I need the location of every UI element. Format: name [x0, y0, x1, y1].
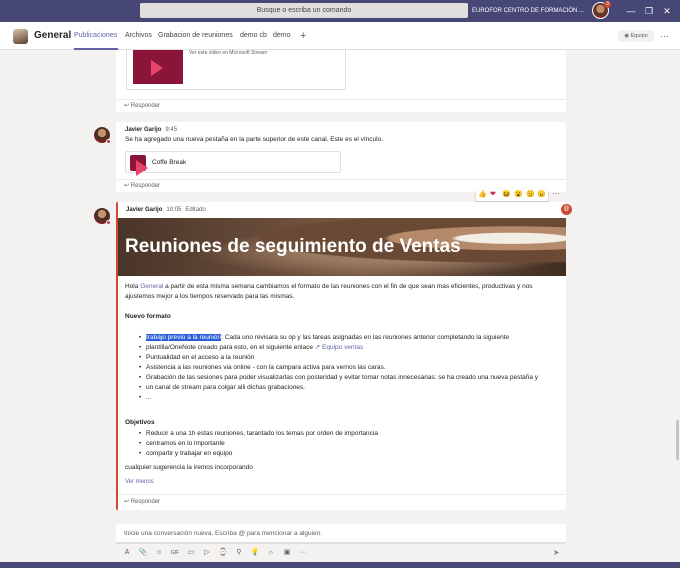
format-icon[interactable]: A	[122, 547, 132, 559]
list-item: Asistencia a las reuniones via online - …	[139, 363, 538, 373]
message-time: 9:45	[165, 127, 178, 133]
add-tab-icon[interactable]: +	[300, 22, 306, 50]
tab-demo[interactable]: demo	[273, 22, 291, 50]
list-item-continuation: plantilla/OneNote creado para esto, en e…	[139, 343, 538, 353]
more-actions-icon[interactable]: ···	[552, 189, 560, 198]
intro-paragraph: Hola General a partir de esta misma sema…	[125, 282, 533, 302]
active-tab-indicator	[74, 48, 118, 50]
reply-button[interactable]: ↩ Responder	[124, 497, 160, 507]
taskbar-strip	[0, 562, 680, 568]
more-apps-icon[interactable]: ···	[298, 547, 308, 559]
list-item: Reducir a una 1h estas reuniones, tarant…	[139, 429, 378, 439]
author-name: Javier Garijo	[125, 127, 162, 133]
message-text: Se ha agregado una nueva pestaña en la p…	[125, 136, 384, 143]
compose-box[interactable]: Inicie una conversación nueva. Escriba @…	[116, 524, 566, 544]
author-name: Javier Garijo	[126, 207, 163, 213]
list-item: trabajo previo a la reunión: Cada uno re…	[139, 333, 538, 343]
tab-publicaciones[interactable]: Publicaciones	[74, 22, 117, 50]
meet-now-icon[interactable]: ▷	[202, 547, 212, 559]
channel-header: General Publicaciones Archivos Grabacion…	[0, 22, 680, 50]
attach-icon[interactable]: 📎	[138, 547, 148, 559]
list-item: ...	[139, 393, 538, 403]
format-list: trabajo previo a la reunión: Cada uno re…	[139, 333, 538, 403]
message-time: 10:05	[166, 207, 182, 213]
edited-label: Editado	[185, 207, 206, 213]
minimize-icon[interactable]: —	[622, 0, 640, 22]
tab-grabacion-reuniones[interactable]: Grabacion de reuniones	[158, 22, 233, 50]
stream-video-thumbnail[interactable]	[133, 50, 183, 84]
reaction-bar: 👍 ❤ 😆 😮 😟 😠	[476, 189, 548, 201]
intro-text: ajustemos mejor a los tiempos reservado …	[125, 293, 295, 300]
restore-icon[interactable]: ❐	[640, 0, 658, 22]
objectives-list: Reducir a una 1h estas reuniones, tarant…	[139, 429, 378, 459]
schedule-icon[interactable]: ⌚	[218, 547, 228, 559]
equipo-ventas-link[interactable]: ↗ Equipo ventas	[315, 344, 363, 351]
list-item: compartir y trabajar en equipo	[139, 449, 378, 459]
hero-image: Reuniones de seguimiento de Ventas	[118, 218, 566, 276]
team-avatar	[13, 29, 28, 44]
list-item: centramos en lo importante	[139, 439, 378, 449]
stream-icon[interactable]: ⚲	[234, 547, 244, 559]
list-item: Puntualidad en el acceso a la reunión	[139, 353, 538, 363]
closing-text: cualquier sugerencia la iremos incorpora…	[125, 464, 253, 471]
video-caption: Ver este vídeo en Microsoft Stream	[189, 50, 268, 56]
message-card: Ver este vídeo en Microsoft Stream ↩ Res…	[116, 50, 566, 112]
compose-input[interactable]: Inicie una conversación nueva. Escriba @…	[124, 524, 322, 544]
intro-text: a partir de esta misma semana cambiamos …	[163, 283, 533, 290]
close-icon[interactable]: ✕	[658, 0, 676, 22]
channel-title: General	[34, 30, 72, 41]
more-options-icon[interactable]: ···	[660, 22, 669, 50]
heart-icon[interactable]: ❤	[490, 190, 496, 200]
laugh-icon[interactable]: 😆	[502, 190, 511, 200]
list-item: Grabación de las sesiones para poder vis…	[139, 373, 538, 383]
org-switcher[interactable]: EUROFOR CENTRO DE FORMACIÓN ...	[472, 0, 584, 22]
section-heading: Objetivos	[125, 419, 155, 426]
title-bar: Busque o escriba un comando EUROFOR CENT…	[0, 0, 680, 22]
intro-text: Hola	[125, 283, 141, 290]
reply-button[interactable]: ↩ Responder	[124, 181, 160, 191]
section-heading: Nuevo formato	[125, 313, 171, 320]
sad-icon[interactable]: 😟	[526, 190, 535, 200]
message-card: Javier Garijo 9:45 Se ha agregado una nue…	[116, 122, 566, 192]
praise-icon[interactable]: 💡	[250, 547, 260, 559]
list-text: : Cada uno revisara su op y las tareas a…	[221, 334, 510, 341]
see-less-link[interactable]: Ver menos	[125, 477, 154, 487]
attachment-title: Coffe Break	[152, 159, 187, 166]
scrollbar[interactable]	[676, 420, 679, 460]
attachment-icon	[130, 155, 148, 176]
list-item-continuation: un canal de stream para colgar alli dich…	[139, 383, 538, 393]
message-meta: Javier Garijo 10:05 Editado	[126, 207, 206, 213]
mention-icon: @	[561, 204, 572, 215]
presence-dot	[106, 139, 111, 144]
weather-icon[interactable]: ☼	[266, 547, 276, 559]
sticker-icon[interactable]: ▭	[186, 547, 196, 559]
highlighted-text[interactable]: trabajo previo a la reunión	[146, 334, 222, 341]
tab-demo-cb[interactable]: demo cb	[240, 22, 267, 50]
send-icon[interactable]: ➤	[553, 547, 560, 559]
app-icon[interactable]: ▣	[282, 547, 292, 559]
video-preview[interactable]: Ver este vídeo en Microsoft Stream	[126, 50, 346, 90]
tab-attachment-card[interactable]: Coffe Break	[125, 151, 341, 176]
message-meta: Javier Garijo 9:45	[125, 127, 177, 133]
search-input[interactable]: Busque o escriba un comando	[140, 3, 468, 18]
hero-title: Reuniones de seguimiento de Ventas	[125, 236, 461, 257]
tab-archivos[interactable]: Archivos	[125, 22, 152, 50]
gif-icon[interactable]: GIF	[170, 547, 180, 559]
like-icon[interactable]: 👍	[478, 190, 487, 200]
list-text: plantilla/OneNote creado para esto, en e…	[146, 344, 313, 351]
reply-row: ↩ Responder	[116, 99, 566, 111]
notification-badge: 3	[604, 1, 611, 8]
reply-button[interactable]: ↩ Responder	[124, 101, 160, 111]
channel-link[interactable]: General	[140, 283, 163, 290]
surprised-icon[interactable]: 😮	[514, 190, 523, 200]
angry-icon[interactable]: 😠	[537, 190, 546, 200]
team-button[interactable]: ◉ Equipo	[618, 30, 654, 42]
presence-dot	[106, 220, 111, 225]
emoji-icon[interactable]: ☺	[154, 547, 164, 559]
reply-row	[118, 494, 566, 495]
